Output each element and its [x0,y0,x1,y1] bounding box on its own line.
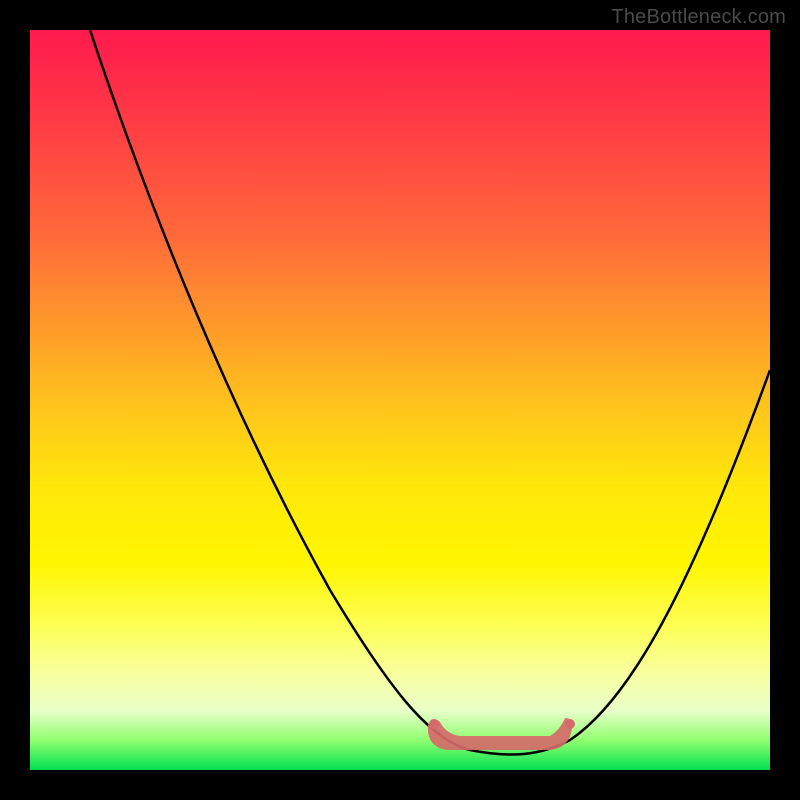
optimal-region-marker [428,718,573,750]
chart-curve-layer [30,30,770,770]
marker-dot-left [429,719,439,729]
marker-dot-right [565,719,575,729]
attribution-watermark: TheBottleneck.com [611,6,786,29]
chart-plot-area [30,30,770,770]
bottleneck-curve [90,30,770,755]
chart-frame: TheBottleneck.com [0,0,800,800]
